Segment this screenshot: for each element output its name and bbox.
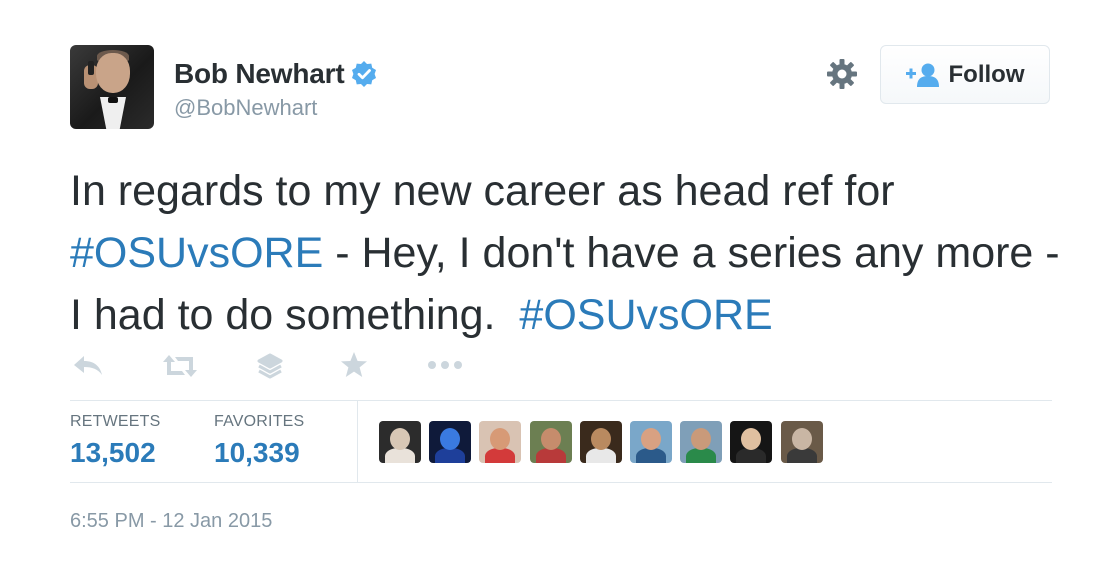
favoriter-avatar-body — [535, 448, 566, 463]
more-dots-icon[interactable] — [428, 360, 462, 370]
divider-top — [70, 400, 1052, 401]
favoriter-avatar-head — [741, 428, 762, 450]
follow-person-plus-icon — [905, 63, 939, 87]
favoriter-avatar-head — [540, 428, 561, 450]
favoriter-avatar-body — [435, 448, 466, 463]
author-avatar[interactable] — [70, 45, 154, 129]
stats-divider — [357, 400, 358, 482]
tweet-text: In regards to my new career as head ref … — [70, 160, 1070, 346]
favoriter-avatar[interactable] — [429, 421, 472, 463]
verified-badge-icon — [352, 61, 377, 87]
favoriter-avatar-head — [590, 428, 611, 450]
author-name-row: Bob Newhart — [174, 58, 378, 90]
avatar-phone — [88, 61, 94, 75]
favoriter-avatar-head — [490, 428, 511, 450]
author-handle[interactable]: @BobNewhart — [174, 95, 317, 121]
author-name[interactable]: Bob Newhart — [174, 58, 345, 90]
avatar-face — [96, 53, 130, 93]
retweets-count: 13,502 — [70, 437, 156, 468]
favoriter-avatar-body — [786, 448, 817, 463]
layers-icon[interactable] — [256, 352, 284, 380]
favoriter-avatars — [379, 421, 831, 463]
tweet-timestamp[interactable]: 6:55 PM - 12 Jan 2015 — [70, 510, 272, 533]
favoriter-avatar-head — [390, 428, 410, 450]
favoriter-avatar-body — [686, 448, 717, 463]
star-icon[interactable] — [340, 351, 368, 379]
favoriter-avatar-body — [736, 448, 767, 463]
favoriter-avatar[interactable] — [680, 421, 723, 463]
divider-bottom — [70, 482, 1052, 483]
favoriter-avatar-body — [485, 448, 516, 463]
favoriter-avatar-body — [385, 448, 415, 463]
favoriter-avatar[interactable] — [780, 421, 823, 463]
favoriter-avatar[interactable] — [629, 421, 672, 463]
retweets-stat[interactable]: RETWEETS 13,502 — [70, 413, 161, 469]
follow-label: Follow — [948, 60, 1025, 88]
favoriter-avatar[interactable] — [579, 421, 622, 463]
favoriter-avatar[interactable] — [529, 421, 572, 463]
follow-button[interactable]: Follow — [880, 45, 1050, 104]
favorites-count: 10,339 — [214, 437, 300, 468]
favoriter-avatar-body — [585, 448, 616, 463]
favoriter-avatar-head — [440, 428, 461, 450]
favoriter-avatar[interactable] — [379, 421, 421, 463]
retweets-label: RETWEETS — [70, 413, 161, 430]
gear-icon[interactable] — [826, 58, 858, 90]
tweet-text-segment: In regards to my new career as head ref … — [70, 167, 895, 215]
favorites-stat[interactable]: FAVORITES 10,339 — [214, 413, 304, 469]
favoriter-avatar-head — [691, 428, 712, 450]
retweet-icon[interactable] — [162, 354, 198, 378]
hashtag-link[interactable]: #OSUvsORE — [70, 229, 323, 277]
hashtag-link[interactable]: #OSUvsORE — [519, 291, 772, 339]
favoriter-avatar-head — [791, 428, 812, 450]
favoriter-avatar-body — [635, 448, 666, 463]
reply-icon[interactable] — [72, 354, 104, 378]
favoriter-avatar-head — [640, 428, 661, 450]
favoriter-avatar[interactable] — [479, 421, 522, 463]
avatar-bowtie — [108, 97, 118, 103]
favorites-label: FAVORITES — [214, 413, 305, 430]
favoriter-avatar[interactable] — [730, 421, 773, 463]
